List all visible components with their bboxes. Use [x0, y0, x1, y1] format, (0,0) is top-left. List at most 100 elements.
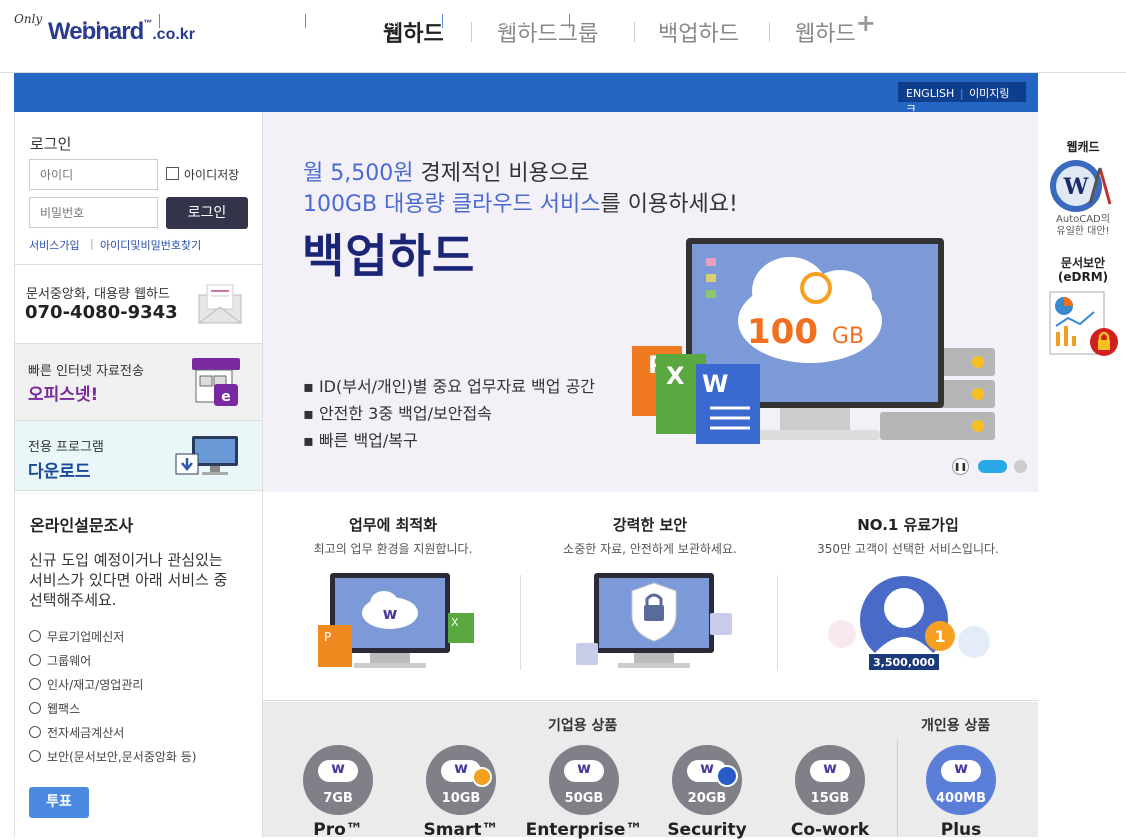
vote-button[interactable]: 투표	[29, 787, 89, 818]
banner-line-2-rest: 를 이용하세요!	[600, 192, 738, 217]
doc-letter-x: X	[666, 362, 685, 390]
english-link[interactable]: ENGLISH	[906, 87, 954, 100]
product-capacity: 10GB	[441, 791, 481, 806]
banner-title: 백업하드	[302, 229, 476, 283]
nav-separator	[305, 14, 306, 28]
feature-divider	[520, 575, 521, 670]
banner-bullet-text: 빠른 백업/복구	[318, 431, 418, 450]
survey-question: 신규 도입 예정이거나 관심있는 서비스가 있다면 아래 서비스 중 선택해주세…	[29, 550, 254, 610]
survey-radio[interactable]	[29, 702, 41, 714]
link-separator: |	[90, 237, 94, 250]
divider	[15, 264, 262, 265]
webcad-subtitle-line: 유일한 대안!	[1056, 226, 1110, 237]
slide-indicator-active[interactable]	[978, 460, 1007, 473]
survey-option[interactable]: 웹팩스	[47, 700, 80, 717]
contact-label: 문서중앙화, 대용량 웹하드	[26, 287, 170, 302]
shield-icon	[716, 765, 738, 787]
webcad-title[interactable]: 웹캐드	[1043, 138, 1123, 155]
officenet-label: 빠른 인터넷 자료전송	[28, 364, 144, 379]
slide-indicator[interactable]	[1014, 460, 1027, 473]
nav-separator	[569, 14, 570, 28]
shop-icon: e	[192, 358, 240, 406]
banner-bullet-text: 안전한 3중 백업/보안접속	[318, 404, 492, 423]
work-optimized-icon: w P X	[318, 573, 474, 668]
svg-text:e: e	[221, 389, 231, 405]
sync-icon	[472, 767, 492, 787]
save-id-label: 아이디저장	[184, 168, 240, 182]
banner-line-1-rest: 경제적인 비용으로	[413, 161, 590, 186]
password-input[interactable]	[29, 197, 158, 228]
tab-separator	[471, 22, 472, 42]
signup-link[interactable]: 서비스가입	[29, 237, 80, 253]
survey-option[interactable]: 전자세금계산서	[47, 724, 124, 741]
download-program-icon	[175, 436, 238, 475]
survey-option[interactable]: 무료기업메신저	[47, 628, 124, 645]
banner-price: 월 5,500원	[303, 161, 414, 186]
feature-subtitle: 최고의 업무 환경을 지원합니다.	[313, 542, 473, 556]
id-input[interactable]	[29, 159, 158, 190]
survey-radio[interactable]	[29, 750, 41, 762]
tab-webhard-plus[interactable]: 웹하드+	[795, 9, 876, 48]
product-name[interactable]: Pro™	[278, 820, 398, 840]
survey-radio[interactable]	[29, 654, 41, 666]
backup-monitor-illustration: 100 GB P X W	[632, 238, 995, 444]
nav-separator	[442, 14, 443, 28]
cloud-logo-letter: w	[383, 604, 398, 623]
product-capacity: 50GB	[564, 791, 604, 806]
nav-service-intro[interactable]: 서비스소개	[55, 11, 119, 31]
webcad-subtitle: AutoCAD의 유일한 대안!	[1043, 214, 1123, 238]
product-name[interactable]: Security	[647, 820, 767, 840]
product-capacity: 400MB	[936, 791, 986, 806]
main-nav	[14, 73, 1038, 112]
product-name[interactable]: Enterprise™	[524, 820, 644, 840]
save-id-checkbox[interactable]	[166, 167, 179, 180]
feature-subtitle: 350만 고객이 선택한 서비스입니다.	[817, 542, 999, 556]
banner-bullet-text: ID(부서/개인)별 중요 업무자료 백업 공간	[318, 377, 595, 396]
download-name: 다운로드	[28, 462, 91, 482]
survey-radio[interactable]	[29, 726, 41, 738]
survey-option[interactable]: 보안(문서보안,문서중앙화 등)	[47, 748, 196, 765]
feature-title: NO.1 유료가입	[857, 516, 959, 534]
product-capacity: 7GB	[323, 791, 353, 806]
survey-radio[interactable]	[29, 630, 41, 642]
login-title: 로그인	[30, 135, 72, 153]
survey-radio[interactable]	[29, 678, 41, 690]
login-button[interactable]: 로그인	[166, 197, 248, 229]
feature-divider	[777, 575, 778, 670]
nav-customer-support[interactable]: 고객지원	[347, 11, 399, 31]
banner-line-1: 월 5,500원 경제적인 비용으로	[303, 155, 589, 187]
doc-letter-x: X	[451, 616, 459, 629]
nav-download[interactable]: 다운로드	[478, 11, 530, 31]
security-icon	[576, 573, 732, 668]
mail-icon	[198, 284, 242, 324]
nav-service-signup[interactable]: 서비스가입	[201, 11, 265, 31]
doc-letter-p: P	[324, 630, 331, 644]
webcad-logo-icon[interactable]: W	[1048, 158, 1118, 214]
product-capacity: 15GB	[810, 791, 850, 806]
banner-bullet: ▪ ID(부서/개인)별 중요 업무자료 백업 공간	[303, 377, 595, 396]
product-name[interactable]: Smart™	[401, 820, 521, 840]
pause-icon[interactable]: ❚❚	[952, 458, 969, 475]
edrm-title[interactable]: 문서보안 (eDRM)	[1043, 256, 1123, 284]
enterprise-products-label: 기업용 상품	[548, 718, 618, 734]
survey-option[interactable]: 인사/재고/영업관리	[47, 676, 143, 693]
edrm-document-lock-icon[interactable]	[1048, 290, 1120, 358]
product-name[interactable]: Co-work	[770, 820, 890, 840]
cloud-logo-letter: w	[577, 759, 591, 777]
nav-notice-event[interactable]: 공지및이벤트	[597, 11, 674, 31]
rank-number: 1	[934, 627, 945, 646]
contact-phone: 070-4080-9343	[25, 302, 178, 323]
nav-separator	[159, 14, 160, 28]
webcad-logo-letter: W	[1063, 174, 1089, 200]
logo-only-text[interactable]: Only	[14, 12, 42, 26]
product-name[interactable]: Plus	[901, 820, 1021, 840]
banner-capacity-text: 100GB 대용량 클라우드 서비스	[303, 192, 601, 217]
find-account-link[interactable]: 아이디및비밀번호찾기	[100, 237, 201, 253]
survey-option[interactable]: 그룹웨어	[47, 652, 91, 669]
products-divider	[897, 740, 898, 837]
feature-title: 업무에 최적화	[348, 516, 438, 534]
download-label: 전용 프로그램	[28, 440, 104, 455]
edrm-title-line: 문서보안	[1060, 256, 1106, 270]
doc-letter-w: W	[702, 370, 728, 398]
officenet-name: 오피스넷!	[28, 385, 99, 405]
